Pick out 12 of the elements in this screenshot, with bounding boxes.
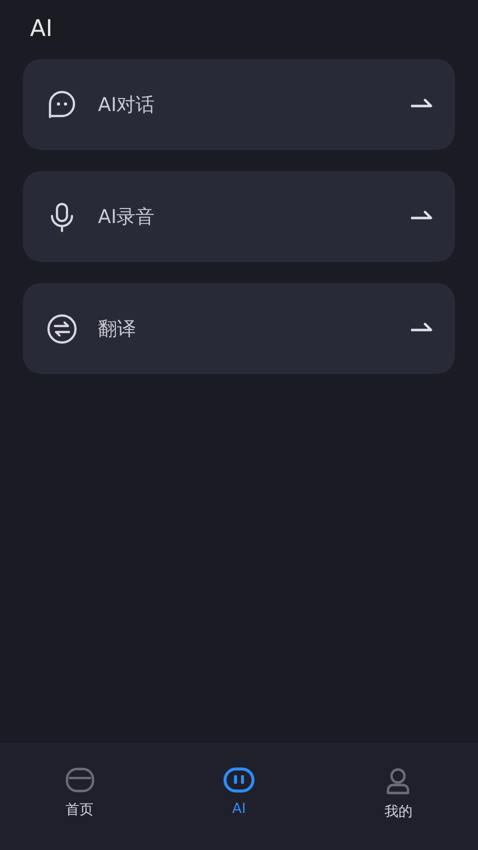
- menu-card[interactable]: AI录音: [23, 171, 455, 262]
- box-icon: [64, 767, 95, 793]
- swap-arrows-icon: [46, 312, 78, 344]
- nav-tab[interactable]: 我的: [318, 767, 478, 850]
- nav-tab[interactable]: AI: [159, 767, 319, 850]
- menu-card[interactable]: 翻译: [23, 283, 455, 374]
- person-icon: [385, 767, 412, 795]
- robot-face-icon: [222, 767, 255, 793]
- nav-tab[interactable]: 首页: [0, 767, 160, 850]
- chat-bubble-icon: [46, 88, 78, 120]
- page-title: AI: [30, 16, 53, 42]
- menu-card[interactable]: AI对话: [23, 59, 455, 150]
